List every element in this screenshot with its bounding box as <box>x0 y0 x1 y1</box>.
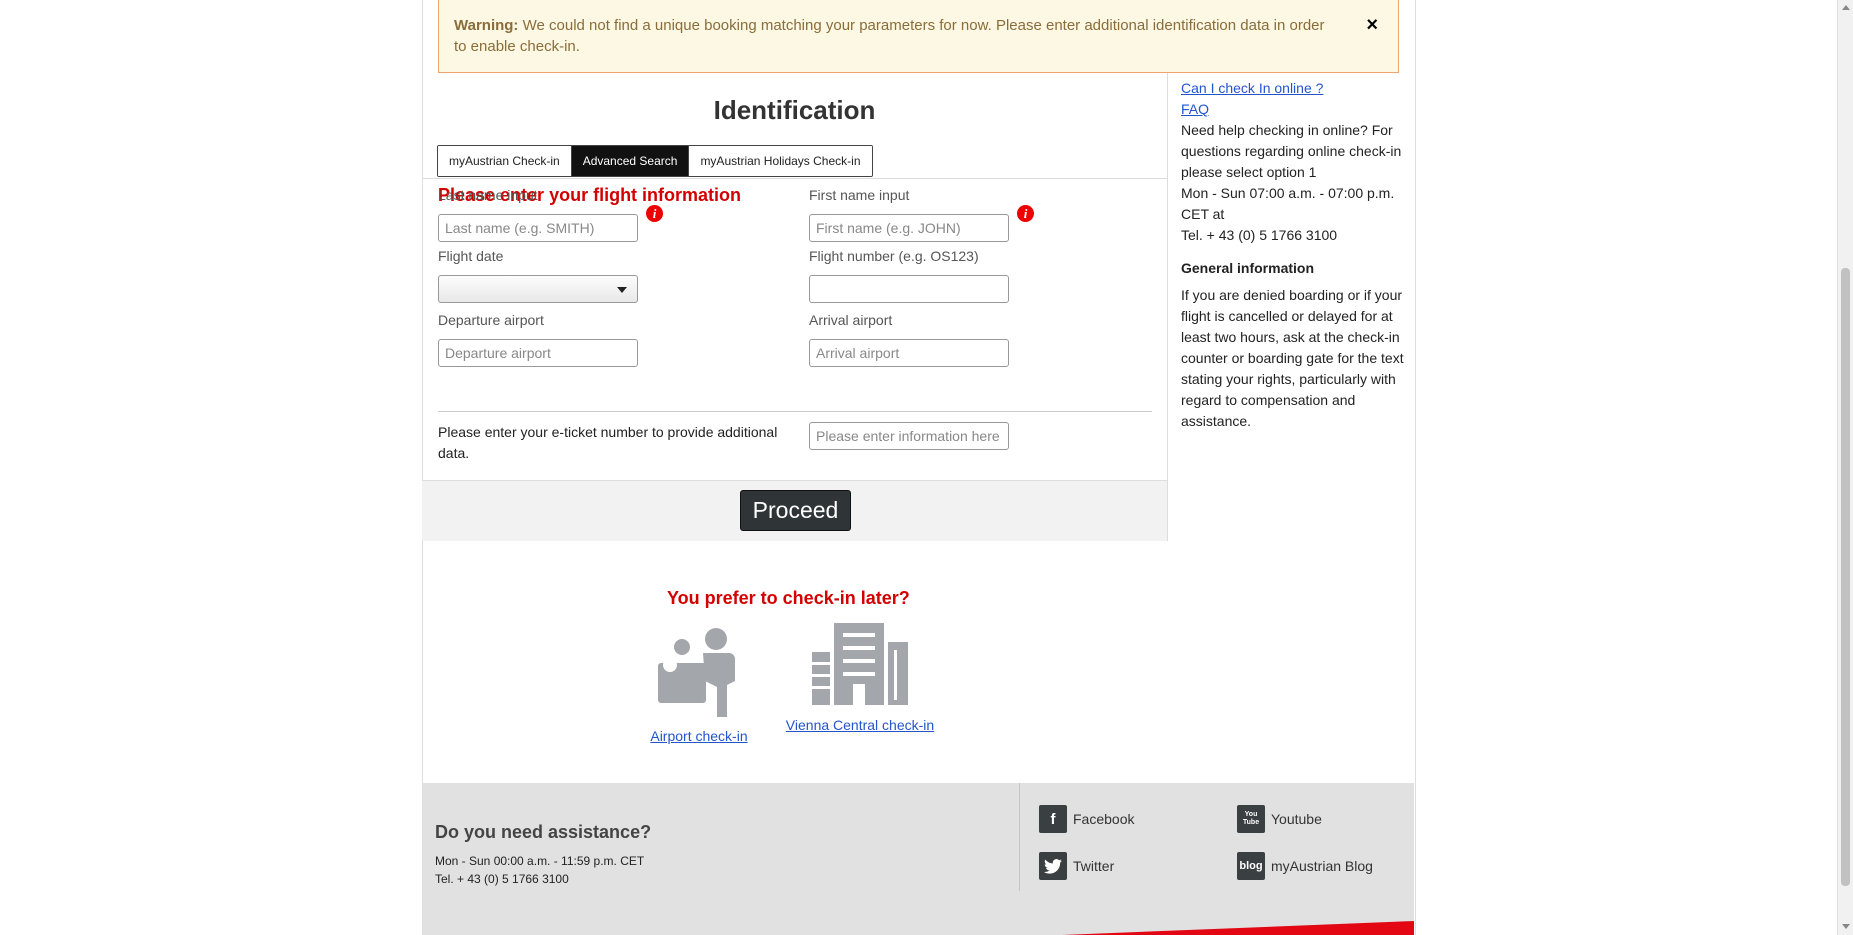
airport-people-icon <box>658 628 735 717</box>
divider <box>422 178 1167 179</box>
flight-date-label: Flight date <box>438 248 504 264</box>
tab-advanced-search[interactable]: Advanced Search <box>571 146 690 176</box>
tab-myaustrian-checkin[interactable]: myAustrian Check-in <box>438 146 572 176</box>
youtube-label: Youtube <box>1271 811 1322 827</box>
first-name-input[interactable] <box>809 214 1009 242</box>
vienna-central-checkin-link[interactable]: Vienna Central check-in <box>786 717 934 733</box>
assistance-phone: Tel. + 43 (0) 5 1766 3100 <box>435 872 569 886</box>
first-name-label: First name input <box>809 187 910 203</box>
twitter-icon <box>1039 852 1067 880</box>
info-icon[interactable]: i <box>1017 205 1034 222</box>
airport-checkin-link[interactable]: Airport check-in <box>650 728 747 744</box>
scrollbar[interactable] <box>1837 0 1853 935</box>
identification-panel: Identification myAustrian Check-in Advan… <box>422 73 1168 541</box>
general-info-heading: General information <box>1181 260 1315 276</box>
facebook-icon: f <box>1039 805 1067 833</box>
last-name-input[interactable] <box>438 214 638 242</box>
proceed-button[interactable]: Proceed <box>740 490 851 531</box>
youtube-link[interactable]: You Tube Youtube <box>1237 805 1322 833</box>
footer: Do you need assistance? Mon - Sun 00:00 … <box>422 783 1414 935</box>
close-icon[interactable]: × <box>1366 15 1378 36</box>
youtube-icon: You Tube <box>1237 805 1265 833</box>
flight-number-input[interactable] <box>809 275 1009 303</box>
help-hours: Mon - Sun 07:00 a.m. - 07:00 p.m. CET at <box>1181 185 1395 222</box>
brand-stripe <box>1062 921 1414 935</box>
flight-date-select[interactable] <box>438 275 638 303</box>
arrival-airport-input[interactable] <box>809 339 1009 367</box>
warning-banner: Warning: We could not find a unique book… <box>438 0 1399 73</box>
tab-myaustrian-holidays-checkin[interactable]: myAustrian Holidays Check-in <box>689 146 872 176</box>
twitter-label: Twitter <box>1073 858 1115 874</box>
divider <box>438 411 1152 412</box>
facebook-link[interactable]: f Facebook <box>1039 805 1134 833</box>
blog-label: myAustrian Blog <box>1271 858 1373 874</box>
footer-divider <box>1019 783 1020 891</box>
scroll-up-icon[interactable] <box>1842 5 1850 10</box>
arrival-airport-label: Arrival airport <box>809 312 893 328</box>
twitter-link[interactable]: Twitter <box>1039 852 1114 880</box>
assistance-title: Do you need assistance? <box>435 822 652 842</box>
can-i-check-in-online-link[interactable]: Can I check In online ? <box>1181 78 1411 99</box>
city-building-icon <box>812 623 908 705</box>
scrollbar-thumb[interactable] <box>1841 268 1850 886</box>
page-title: Identification <box>713 95 876 125</box>
help-text: Need help checking in online? For questi… <box>1181 122 1402 180</box>
help-sidebar: Can I check In online ? FAQ Need help ch… <box>1181 78 1411 432</box>
departure-airport-label: Departure airport <box>438 312 544 328</box>
flight-number-label: Flight number (e.g. OS123) <box>809 248 979 264</box>
info-icon[interactable]: i <box>646 205 663 222</box>
checkin-tabs: myAustrian Check-in Advanced Search myAu… <box>437 145 873 177</box>
warning-message: We could not find a unique booking match… <box>454 17 1325 55</box>
blog-link[interactable]: blog myAustrian Blog <box>1237 852 1373 880</box>
vienna-central-checkin-option[interactable]: Vienna Central check-in <box>782 620 938 735</box>
blog-icon: blog <box>1237 852 1265 880</box>
proceed-bar: Proceed <box>422 480 1167 541</box>
help-phone: Tel. + 43 (0) 5 1766 3100 <box>1181 227 1338 243</box>
faq-link[interactable]: FAQ <box>1181 99 1411 120</box>
general-info-text: If you are denied boarding or if your fl… <box>1181 287 1404 429</box>
eticket-input[interactable] <box>809 422 1009 450</box>
chevron-down-icon <box>617 287 627 293</box>
assistance-hours: Mon - Sun 00:00 a.m. - 11:59 p.m. CET <box>435 854 645 868</box>
departure-airport-input[interactable] <box>438 339 638 367</box>
facebook-label: Facebook <box>1073 811 1135 827</box>
airport-checkin-option[interactable]: Airport check-in <box>640 625 758 746</box>
checkin-later-heading: You prefer to check-in later? <box>667 588 910 608</box>
last-name-label: Last name input <box>438 187 538 203</box>
eticket-label: Please enter your e-ticket number to pro… <box>438 424 778 461</box>
warning-prefix: Warning: <box>454 17 519 34</box>
scroll-down-icon[interactable] <box>1842 924 1850 929</box>
